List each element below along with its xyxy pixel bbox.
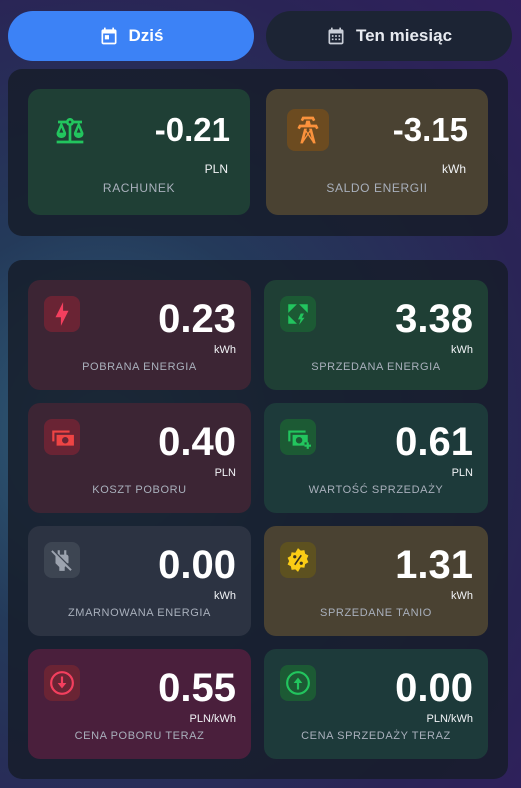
import-price-now-card[interactable]: 0.55 PLN/kWh CENA POBORU TERAZ	[28, 649, 251, 759]
exported-energy-label: SPRZEDANA ENERGIA	[311, 361, 441, 373]
energy-balance-value: -3.15	[392, 111, 468, 148]
export-price-now-card[interactable]: 0.00 PLN/kWh CENA SPRZEDAŻY TERAZ	[264, 649, 488, 759]
import-price-now-value: 0.55	[158, 666, 236, 710]
tab-this-month[interactable]: Ten miesiąc	[266, 11, 512, 61]
bill-unit: PLN	[204, 162, 228, 176]
export-price-now-value: 0.00	[395, 666, 473, 710]
wasted-energy-unit: kWh	[214, 590, 236, 602]
export-value-card[interactable]: 0.61 PLN WARTOŚĆ SPRZEDAŻY	[264, 403, 488, 513]
cash-plus-icon	[280, 419, 316, 455]
scale-balance-icon	[49, 109, 91, 151]
summary-panel: -0.21 PLN RACHUNEK -3.15 kWh SALDO ENERG…	[8, 69, 508, 236]
export-value-unit: PLN	[451, 467, 473, 479]
sold-cheap-unit: kWh	[451, 590, 473, 602]
wasted-energy-label: ZMARNOWANA ENERGIA	[67, 607, 211, 619]
calendar-today-icon	[101, 27, 117, 45]
imported-energy-unit: kWh	[214, 344, 236, 356]
transmission-tower-icon	[287, 109, 329, 151]
arrow-up-circle-icon	[280, 665, 316, 701]
energy-balance-label: SALDO ENERGII	[326, 181, 428, 195]
tab-today-label: Dziś	[128, 26, 164, 45]
import-price-now-unit: PLN/kWh	[189, 713, 236, 725]
sold-cheap-card[interactable]: 1.31 kWh SPRZEDANE TANIO	[264, 526, 488, 636]
cash-minus-icon	[44, 419, 80, 455]
exported-energy-card[interactable]: 3.38 kWh SPRZEDANA ENERGIA	[264, 280, 488, 390]
percent-badge-icon	[280, 542, 316, 578]
export-value-label: WARTOŚĆ SPRZEDAŻY	[308, 484, 444, 496]
imported-energy-card[interactable]: 0.23 kWh POBRANA ENERGIA	[28, 280, 251, 390]
period-tabs: Dziś Ten miesiąc	[8, 11, 512, 61]
tab-this-month-label: Ten miesiąc	[355, 26, 453, 45]
energy-balance-unit: kWh	[442, 162, 466, 176]
bill-card[interactable]: -0.21 PLN RACHUNEK	[28, 89, 250, 215]
import-price-now-label: CENA POBORU TERAZ	[74, 730, 205, 742]
tab-today[interactable]: Dziś	[8, 11, 254, 61]
import-cost-value: 0.40	[158, 420, 236, 464]
lightning-bolt-icon	[44, 296, 80, 332]
power-plug-off-icon	[44, 542, 80, 578]
sold-cheap-label: SPRZEDANE TANIO	[320, 607, 432, 619]
export-value-value: 0.61	[395, 420, 473, 464]
import-cost-unit: PLN	[214, 467, 236, 479]
metrics-panel: 0.23 kWh POBRANA ENERGIA 3.38 kWh SPRZED…	[8, 260, 508, 779]
wasted-energy-value: 0.00	[158, 543, 236, 587]
imported-energy-value: 0.23	[158, 297, 236, 341]
exported-energy-unit: kWh	[451, 344, 473, 356]
exported-energy-value: 3.38	[395, 297, 473, 341]
export-price-now-unit: PLN/kWh	[426, 713, 473, 725]
bill-value: -0.21	[154, 111, 230, 148]
imported-energy-label: POBRANA ENERGIA	[82, 361, 197, 373]
import-cost-label: KOSZT POBORU	[92, 484, 187, 496]
energy-balance-card[interactable]: -3.15 kWh SALDO ENERGII	[266, 89, 488, 215]
bill-label: RACHUNEK	[102, 181, 176, 195]
solar-power-icon	[280, 296, 316, 332]
sold-cheap-value: 1.31	[395, 543, 473, 587]
import-cost-card[interactable]: 0.40 PLN KOSZT POBORU	[28, 403, 251, 513]
calendar-month-icon	[328, 27, 344, 45]
arrow-down-circle-icon	[44, 665, 80, 701]
wasted-energy-card[interactable]: 0.00 kWh ZMARNOWANA ENERGIA	[28, 526, 251, 636]
export-price-now-label: CENA SPRZEDAŻY TERAZ	[301, 730, 451, 742]
